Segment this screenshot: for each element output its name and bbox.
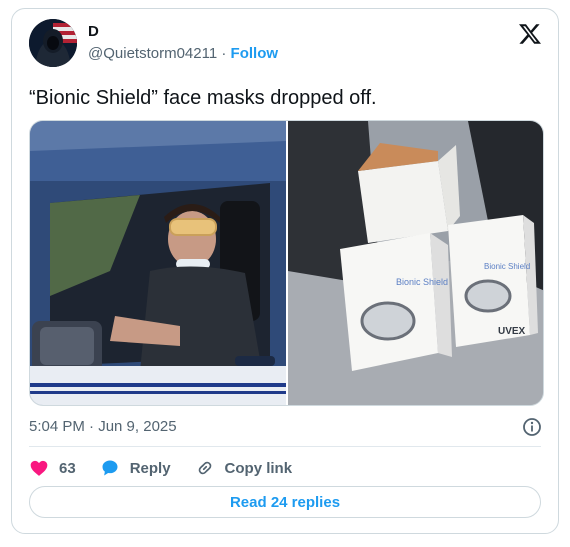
author-handle[interactable]: @Quietstorm04211 bbox=[88, 45, 217, 62]
link-icon bbox=[198, 461, 211, 475]
box-brand-text-right: Bionic Shield bbox=[484, 262, 530, 271]
tweet-card: D @Quietstorm04211 · Follow “Bionic Shie… bbox=[11, 8, 559, 534]
read-replies-button[interactable]: Read 24 replies bbox=[29, 486, 541, 518]
media-photo-car-driver[interactable] bbox=[30, 121, 286, 405]
box-maker-text: UVEX bbox=[498, 326, 526, 337]
box-brand-text-left: Bionic Shield bbox=[396, 277, 448, 287]
tweet-timestamp[interactable]: 5:04 PM · Jun 9, 2025 bbox=[29, 417, 177, 437]
like-button[interactable]: 63 bbox=[29, 458, 100, 478]
media-photo-mask-boxes[interactable]: Bionic Shield Bionic Shield UVEX bbox=[288, 121, 543, 405]
tweet-media[interactable]: Bionic Shield Bionic Shield UVEX bbox=[29, 120, 544, 406]
handle-separator: · bbox=[217, 45, 231, 62]
follow-button[interactable]: Follow bbox=[231, 45, 279, 62]
reply-bubble-icon bbox=[102, 460, 118, 476]
reply-button[interactable]: Reply bbox=[100, 458, 195, 478]
copy-link-button[interactable]: Copy link bbox=[195, 458, 293, 478]
heart-icon bbox=[30, 460, 48, 476]
divider bbox=[29, 446, 541, 447]
like-count: 63 bbox=[59, 459, 76, 477]
tweet-text: “Bionic Shield” face masks dropped off. bbox=[29, 87, 377, 109]
reply-label: Reply bbox=[129, 459, 171, 477]
info-icon[interactable] bbox=[522, 417, 542, 437]
avatar[interactable] bbox=[29, 19, 77, 67]
action-bar: 63 Reply Copy link bbox=[29, 457, 292, 479]
x-logo-icon[interactable] bbox=[518, 22, 542, 46]
author-name[interactable]: D bbox=[88, 23, 99, 41]
copy-link-label: Copy link bbox=[224, 459, 293, 477]
handle-line: @Quietstorm04211 · Follow bbox=[88, 45, 278, 63]
